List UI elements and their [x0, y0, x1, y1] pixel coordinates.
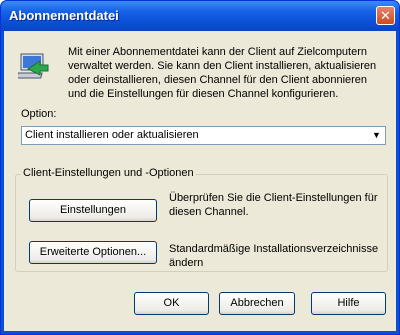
option-select[interactable]: Client installieren oder aktualisieren ▼ [21, 126, 386, 145]
title-bar[interactable]: Abonnementdatei ✕ [1, 1, 399, 31]
window-title: Abonnementdatei [9, 8, 119, 23]
advanced-options-description: Standardmäßige Installationsverzeichniss… [169, 243, 379, 269]
advanced-options-button[interactable]: Erweiterte Optionen... [29, 241, 157, 264]
close-button[interactable]: ✕ [376, 6, 395, 25]
chevron-down-icon[interactable]: ▼ [369, 128, 384, 143]
cancel-button[interactable]: Abbrechen [219, 292, 295, 315]
close-icon: ✕ [380, 8, 391, 23]
description-text: Mit einer Abonnementdatei kann der Clien… [68, 46, 377, 100]
computer-sync-icon [16, 51, 52, 83]
help-button[interactable]: Hilfe [311, 292, 386, 315]
group-label: Client-Einstellungen und -Optionen [21, 167, 196, 179]
dialog-window: Abonnementdatei ✕ Mit einer Abonnementda… [0, 0, 400, 335]
settings-button[interactable]: Einstellungen [29, 199, 157, 222]
dialog-body: Mit einer Abonnementdatei kann der Clien… [4, 31, 396, 331]
ok-button[interactable]: OK [134, 292, 209, 315]
option-selected-value: Client installieren oder aktualisieren [25, 129, 199, 141]
option-label: Option: [21, 108, 57, 120]
settings-description: Überprüfen Sie die Client-Einstellungen … [169, 192, 378, 218]
